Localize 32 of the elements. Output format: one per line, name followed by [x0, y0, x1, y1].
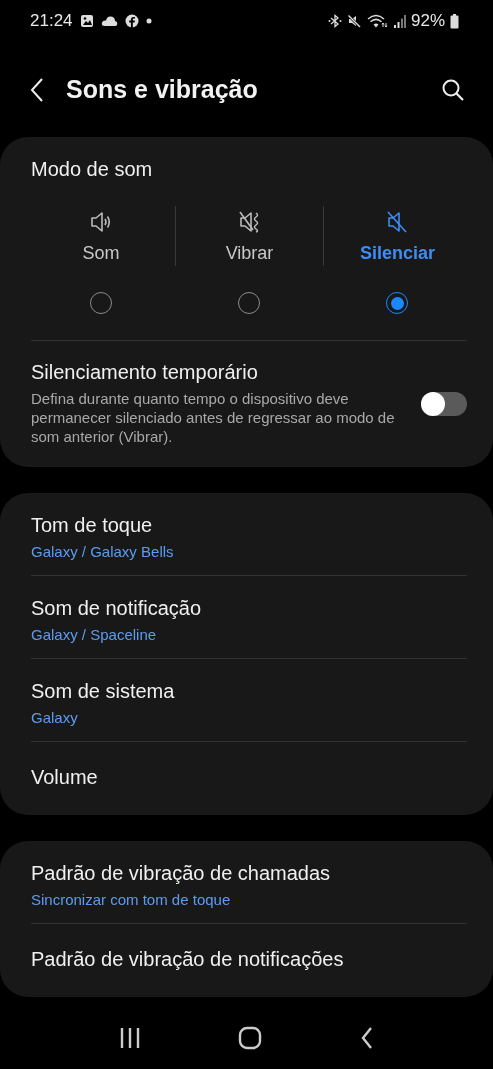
- toggle-switch[interactable]: [421, 391, 467, 416]
- settings-item[interactable]: Som de notificação Galaxy / Spaceline: [31, 576, 467, 658]
- page-title: Sons e vibração: [66, 75, 259, 104]
- speaker-icon: [89, 210, 113, 234]
- social-icon: [124, 14, 139, 28]
- settings-item[interactable]: Padrão de vibração de chamadas Sincronizar com tom de toque: [31, 841, 467, 923]
- recents-icon: [118, 1026, 141, 1049]
- section-title: Modo de som: [31, 157, 154, 182]
- clock: 21:24: [30, 11, 73, 31]
- settings-item[interactable]: Som de sistema Galaxy: [31, 659, 467, 741]
- home-icon: [238, 1025, 263, 1050]
- back-icon: [30, 77, 44, 102]
- notification-dot-icon: [145, 18, 152, 24]
- setting-description: Defina durante quanto tempo o dispositivo deve permanecer silenciado antes de regressar ao modo de som anterior (Vibrar).: [31, 389, 396, 446]
- bluetooth-icon: [327, 14, 342, 28]
- battery-icon: [450, 13, 459, 29]
- mute-icon: [346, 14, 362, 28]
- back-icon: [360, 1025, 375, 1050]
- setting-title: Silenciamento temporário: [31, 361, 259, 384]
- cloud-icon: [100, 15, 118, 27]
- mode-label: Silenciar: [359, 243, 435, 264]
- battery-percent: 92%: [410, 11, 445, 31]
- settings-item[interactable]: Volume: [31, 742, 467, 815]
- image-icon: [79, 14, 94, 28]
- speaker-muted-icon: [385, 210, 410, 234]
- search-icon: [441, 77, 465, 102]
- mode-label: Vibrar: [225, 243, 274, 264]
- settings-item[interactable]: Padrão de vibração de notificações: [31, 924, 467, 997]
- mode-label: Som: [82, 243, 120, 264]
- settings-item[interactable]: Tom de toque Galaxy / Galaxy Bells: [31, 493, 467, 575]
- signal-icon: [393, 14, 406, 28]
- wifi-icon: [366, 13, 389, 29]
